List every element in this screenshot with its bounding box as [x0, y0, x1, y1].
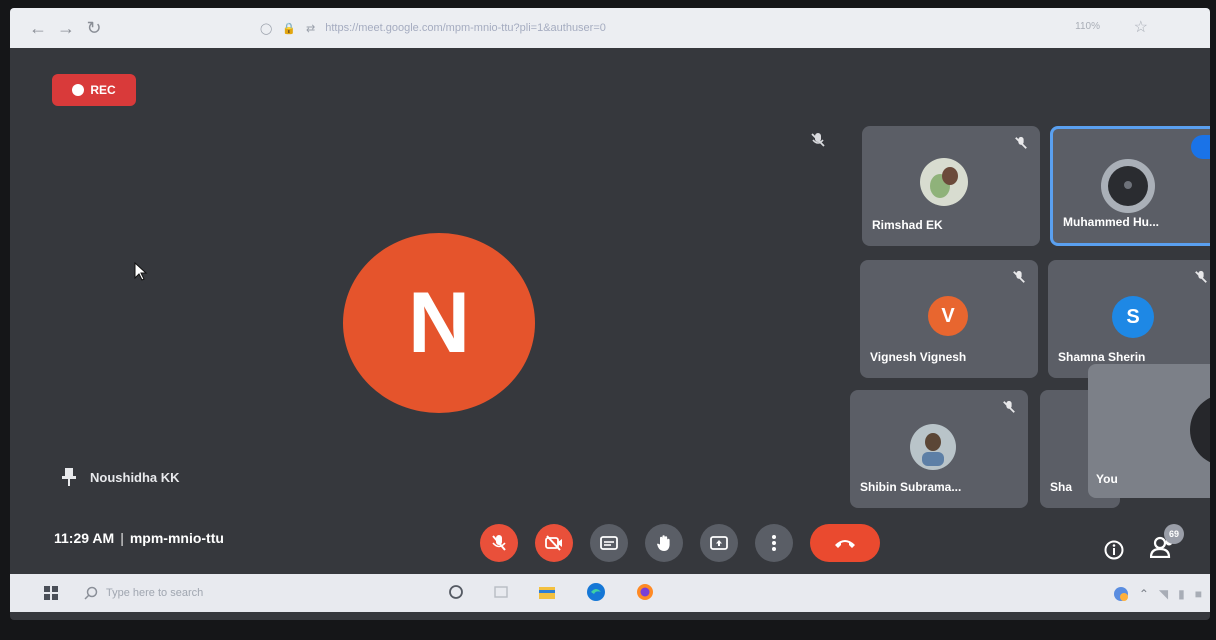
monitor-screen: ← → ↻ ◯ 🔒 ⇄ https://meet.google.com/mpm-…: [10, 8, 1210, 620]
participant-count-badge: 69: [1164, 524, 1184, 544]
participant-name: Muhammed Hu...: [1063, 215, 1160, 229]
leave-call-button[interactable]: [810, 524, 880, 562]
raise-hand-button[interactable]: [645, 524, 683, 562]
captions-icon: [600, 536, 618, 550]
raise-hand-icon: [657, 535, 670, 551]
participant-tile[interactable]: Shibin Subrama...: [850, 390, 1028, 508]
mic-off-icon: [811, 133, 825, 147]
recording-label: REC: [90, 83, 116, 97]
participant-name: Rimshad EK: [872, 218, 943, 232]
main-participant-label: Noushidha KK: [62, 468, 180, 486]
taskbar-apps: [448, 582, 654, 602]
main-participant-name: Noushidha KK: [90, 469, 180, 485]
pin-icon[interactable]: [62, 468, 76, 486]
search-placeholder: Type here to search: [106, 587, 204, 599]
participant-name: Shamna Sherin: [1058, 350, 1146, 364]
self-view-tile[interactable]: You: [1088, 364, 1210, 498]
meeting-separator: |: [120, 530, 124, 546]
meeting-time: 11:29 AM: [54, 530, 115, 546]
address-bar[interactable]: ◯ 🔒 ⇄ https://meet.google.com/mpm-mnio-t…: [260, 18, 820, 38]
browser-toolbar: ← → ↻ ◯ 🔒 ⇄ https://meet.google.com/mpm-…: [10, 8, 1210, 48]
mic-off-icon: [1003, 400, 1015, 413]
main-participant-avatar: N: [343, 233, 535, 413]
participant-photo: [920, 158, 968, 206]
side-controls: 69: [1104, 524, 1184, 563]
participant-name: Shibin Subrama...: [860, 480, 962, 494]
present-icon: [710, 536, 728, 550]
meeting-code: mpm-mnio-ttu: [129, 530, 224, 546]
cortana-icon[interactable]: [448, 584, 464, 600]
self-video: [1190, 394, 1210, 466]
shield-icon: ◯: [260, 22, 273, 35]
windows-start-icon[interactable]: [44, 586, 58, 600]
people-button[interactable]: 69: [1149, 524, 1184, 563]
mic-off-icon: [492, 535, 506, 551]
participant-photo: [910, 424, 956, 470]
reload-icon[interactable]: ↻: [80, 18, 108, 39]
record-dot-icon: [72, 84, 85, 96]
people-tray-icon[interactable]: [1113, 586, 1129, 602]
participant-tile[interactable]: Rimshad EK: [862, 126, 1040, 246]
camera-toggle-button[interactable]: [535, 524, 573, 562]
chevron-up-icon[interactable]: ⌃: [1139, 587, 1149, 601]
windows-taskbar: Type here to search ⌃ ◥ ▮ ■: [10, 574, 1210, 612]
speaking-indicator-icon: [1191, 135, 1210, 159]
meeting-details: 11:29 AM | mpm-mnio-ttu: [54, 530, 224, 546]
recording-badge: REC: [52, 74, 136, 106]
mic-off-icon: [1013, 270, 1025, 283]
volume-icon[interactable]: ■: [1195, 587, 1202, 601]
participant-tile-speaking[interactable]: Muhammed Hu...: [1050, 126, 1210, 246]
camera-off-icon: [545, 535, 562, 551]
participant-avatar: V: [928, 296, 968, 336]
permissions-icon: ⇄: [306, 22, 316, 35]
battery-icon[interactable]: ▮: [1178, 587, 1185, 601]
mouse-cursor-icon: [134, 262, 148, 281]
lock-icon: 🔒: [282, 22, 297, 35]
mic-off-icon: [1015, 136, 1027, 149]
forward-icon[interactable]: →: [52, 18, 80, 39]
edge-browser-icon[interactable]: [586, 582, 606, 602]
system-tray: ⌃ ◥ ▮ ■: [1113, 586, 1202, 602]
participant-tile[interactable]: S Shamna Sherin: [1048, 260, 1210, 378]
more-icon: [772, 535, 776, 551]
more-options-button[interactable]: [755, 524, 793, 562]
task-view-icon[interactable]: [494, 585, 508, 599]
zoom-level[interactable]: 110%: [1075, 21, 1100, 32]
participant-name: Sha: [1050, 480, 1073, 494]
mic-off-icon: [1195, 270, 1207, 283]
present-button[interactable]: [700, 524, 738, 562]
back-icon[interactable]: ←: [24, 18, 52, 39]
url-text: https://meet.google.com/mpm-mnio-ttu?pli…: [325, 22, 606, 34]
network-icon[interactable]: ◥: [1159, 587, 1168, 601]
captions-button[interactable]: [590, 524, 628, 562]
participant-tile[interactable]: V Vignesh Vignesh: [860, 260, 1038, 378]
taskbar-search[interactable]: Type here to search: [84, 580, 384, 606]
mic-toggle-button[interactable]: [480, 524, 518, 562]
firefox-icon[interactable]: [636, 583, 654, 601]
call-controls: [480, 524, 880, 562]
participant-name: Vignesh Vignesh: [870, 350, 967, 364]
participant-avatar: S: [1112, 296, 1154, 338]
participant-photo: [1101, 159, 1155, 213]
self-label: You: [1096, 472, 1118, 486]
bookmark-star-icon[interactable]: ☆: [1134, 17, 1148, 37]
file-explorer-icon[interactable]: [538, 584, 556, 600]
search-icon: [84, 586, 98, 600]
hangup-icon: [835, 540, 855, 548]
info-icon[interactable]: [1104, 540, 1124, 560]
